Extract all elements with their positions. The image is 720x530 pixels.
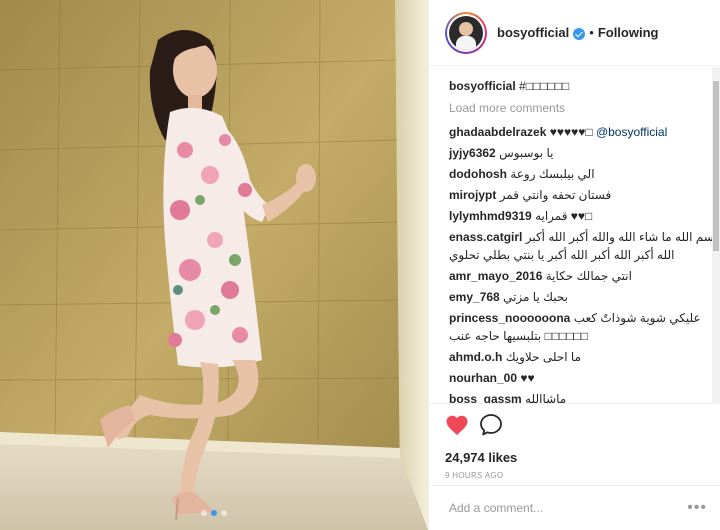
comment-username[interactable]: boss_gassm bbox=[449, 392, 522, 403]
comment-username[interactable]: jyjy6362 bbox=[449, 146, 496, 160]
heart-icon[interactable] bbox=[445, 414, 469, 441]
comment-text-continued: الله أكبر الله أكبر الله أكبر يا بنتي بط… bbox=[449, 248, 675, 262]
comment-username[interactable]: mirojypt bbox=[449, 188, 496, 202]
comment-bubble-icon[interactable] bbox=[479, 413, 503, 442]
scrollbar-thumb[interactable] bbox=[713, 81, 719, 251]
comment-text: يا بوسبوس bbox=[499, 146, 554, 160]
photo-image bbox=[0, 0, 428, 530]
post-photo[interactable] bbox=[0, 0, 428, 530]
comment-username[interactable]: emy_768 bbox=[449, 290, 500, 304]
comment-text: قمرايه ♥♥□ bbox=[535, 209, 593, 223]
comment-username[interactable]: enass.catgirl bbox=[449, 230, 522, 244]
carousel-dot bbox=[221, 510, 227, 516]
comment-item: mirojypt فستان تحفه وانتي قمر bbox=[449, 186, 705, 204]
carousel-indicator bbox=[0, 510, 428, 518]
instagram-post-modal: bosyofficial • Following bosyofficial #□… bbox=[0, 0, 720, 530]
comment-username[interactable]: nourhan_00 bbox=[449, 371, 517, 385]
header-separator: • bbox=[589, 25, 594, 40]
comment-item: ghadaabdelrazek ♥♥♥♥♥□ @bosyofficial bbox=[449, 123, 705, 141]
comment-username[interactable]: ghadaabdelrazek bbox=[449, 125, 546, 139]
comment-text: عليكي شوية شوذاتٌ كعب bbox=[573, 311, 701, 325]
caption: bosyofficial #□□□□□□ bbox=[449, 77, 705, 95]
verified-badge-icon bbox=[573, 27, 586, 40]
comment-item: boss_gassm ماشاالله bbox=[449, 390, 705, 403]
post-header: bosyofficial • Following bbox=[429, 0, 720, 66]
comment-username[interactable]: dodohosh bbox=[449, 167, 507, 181]
comments-list: bosyofficial #□□□□□□ Load more comments … bbox=[429, 67, 720, 403]
post-actions: 24,974 likes 9 HOURS AGO bbox=[429, 403, 720, 480]
caption-text: #□□□□□□ bbox=[519, 79, 570, 93]
comment-text: ماشاالله bbox=[525, 392, 567, 403]
comment-mention[interactable]: @bosyofficial bbox=[596, 125, 667, 139]
comment-text: انتي جمالك حكاية bbox=[545, 269, 632, 283]
comment-text-continued: بتلبسيها حاجه عنب □□□□□□ bbox=[449, 329, 589, 343]
author-username[interactable]: bosyofficial bbox=[497, 25, 569, 40]
author-avatar[interactable] bbox=[445, 11, 487, 54]
comment-item: amr_mayo_2016 انتي جمالك حكاية bbox=[449, 267, 705, 285]
add-comment-input[interactable] bbox=[449, 501, 679, 515]
likes-count[interactable]: 24,974 likes bbox=[445, 450, 705, 465]
comment-text: فستان تحفه وانتي قمر bbox=[499, 188, 612, 202]
carousel-dot-active bbox=[211, 510, 217, 516]
post-sidebar: bosyofficial • Following bosyofficial #□… bbox=[428, 0, 720, 530]
post-timestamp: 9 HOURS AGO bbox=[445, 471, 504, 480]
comment-text: ♥♥ bbox=[520, 371, 535, 385]
comments-scrollbar[interactable] bbox=[712, 67, 720, 403]
caption-username[interactable]: bosyofficial bbox=[449, 79, 516, 93]
comment-username[interactable]: princess_noooooona bbox=[449, 311, 570, 325]
comment-item: jyjy6362 يا بوسبوس bbox=[449, 144, 705, 162]
comment-username[interactable]: ahmd.o.h bbox=[449, 350, 502, 364]
comment-text: بحبك يا مزتي bbox=[503, 290, 568, 304]
comment-item: nourhan_00 ♥♥ bbox=[449, 369, 705, 387]
more-options-icon[interactable]: ••• bbox=[687, 499, 707, 517]
load-more-comments-link[interactable]: Load more comments bbox=[449, 99, 705, 117]
carousel-dot bbox=[201, 510, 207, 516]
following-button[interactable]: Following bbox=[598, 25, 659, 40]
comment-username[interactable]: amr_mayo_2016 bbox=[449, 269, 542, 283]
comment-text: الي بيلبسك روعة bbox=[510, 167, 595, 181]
comment-text: ما احلى حلاويك bbox=[505, 350, 581, 364]
comment-item: ahmd.o.h ما احلى حلاويك bbox=[449, 348, 705, 366]
comment-item: emy_768 بحبك يا مزتي bbox=[449, 288, 705, 306]
comment-item: enass.catgirl بسم الله ما شاء الله والله… bbox=[449, 228, 718, 264]
comment-username[interactable]: lylymhmd9319 bbox=[449, 209, 532, 223]
comment-item: lylymhmd9319 قمرايه ♥♥□ bbox=[449, 207, 705, 225]
add-comment-bar: ••• bbox=[429, 485, 720, 530]
comment-text: ♥♥♥♥♥□ bbox=[549, 125, 593, 139]
comment-item: dodohosh الي بيلبسك روعة bbox=[449, 165, 705, 183]
comment-text: بسم الله ما شاء الله والله أكبر الله أكب… bbox=[525, 230, 718, 244]
comment-item: princess_noooooona عليكي شوية شوذاتٌ كعب… bbox=[449, 309, 705, 345]
